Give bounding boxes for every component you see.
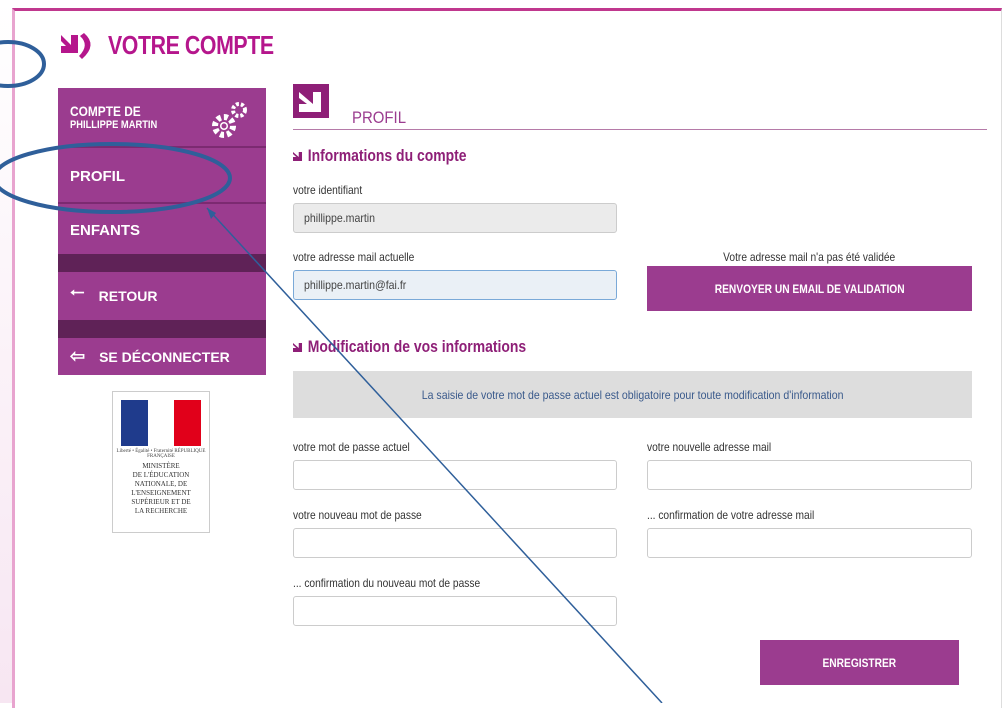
sidebar: COMPTE DE PHILLIPPE MARTIN PROFIL ENFANT… xyxy=(58,88,266,375)
sidebar-item-enfants[interactable]: ENFANTS xyxy=(58,206,266,254)
section-title: Modification de vos informations xyxy=(307,337,527,356)
sidebar-divider xyxy=(58,254,266,272)
flag-red xyxy=(174,400,202,446)
app-title: VOTRE COMPTE xyxy=(108,30,274,60)
ministry-line: NATIONALE, DE xyxy=(134,480,188,488)
ministry-line: DE L'ÉDUCATION xyxy=(132,471,190,479)
ministry-line: MINISTÈRE xyxy=(142,462,180,470)
ministry-line: LA RECHERCHE xyxy=(134,507,188,515)
confirm-password-field[interactable] xyxy=(293,596,617,626)
new-email-label: votre nouvelle adresse mail xyxy=(647,440,772,454)
identifier-field[interactable]: phillippe.martin xyxy=(293,203,617,233)
sidebar-item-logout[interactable]: ⇦ SE DÉCONNECTER xyxy=(58,338,266,375)
confirm-password-label: ... confirmation du nouveau mot de passe xyxy=(293,576,481,590)
ministry-logo: Liberté • Égalité • Fraternité RÉPUBLIQU… xyxy=(112,391,210,533)
password-notice: La saisie de votre mot de passe actuel e… xyxy=(293,371,972,418)
confirm-email-field[interactable] xyxy=(647,528,972,558)
sidebar-item-profil[interactable]: PROFIL xyxy=(58,150,266,204)
gears-icon xyxy=(212,102,247,138)
sidebar-account[interactable]: COMPTE DE PHILLIPPE MARTIN xyxy=(58,88,266,148)
email-label: votre adresse mail actuelle xyxy=(293,250,415,264)
identifier-value: phillippe.martin xyxy=(304,211,376,225)
email-warning: Votre adresse mail n'a pas été validée xyxy=(647,250,972,264)
sidebar-divider xyxy=(58,320,266,338)
section-modify-info: Modification de vos informations xyxy=(293,337,526,357)
section-title: Informations du compte xyxy=(307,146,467,165)
ministry-name: MINISTÈRE DE L'ÉDUCATION NATIONALE, DE L… xyxy=(113,462,209,516)
email-value: phillippe.martin@fai.fr xyxy=(304,278,407,292)
section-arrow-icon xyxy=(293,152,303,161)
email-field[interactable]: phillippe.martin@fai.fr xyxy=(293,270,617,300)
current-password-field[interactable] xyxy=(293,460,617,490)
section-account-info: Informations du compte xyxy=(293,146,467,166)
republic-text: Liberté • Égalité • Fraternité RÉPUBLIQU… xyxy=(116,449,206,459)
flag-blue xyxy=(121,400,148,446)
sidebar-item-label: SE DÉCONNECTER xyxy=(99,348,230,365)
profil-arrow-icon xyxy=(293,84,329,118)
account-name: PHILLIPPE MARTIN xyxy=(70,119,158,131)
sidebar-item-retour[interactable]: 🠀 RETOUR xyxy=(58,272,266,320)
ministry-line: SUPÉRIEUR ET DE xyxy=(131,498,191,506)
resend-validation-label: RENVOYER UN EMAIL DE VALIDATION xyxy=(714,281,905,296)
republic-flag xyxy=(121,400,202,446)
logo-arrow-icon xyxy=(61,32,91,59)
sidebar-item-label: ENFANTS xyxy=(70,221,141,239)
profil-header: PROFIL xyxy=(293,84,987,130)
logout-icon: ⇦ xyxy=(70,346,86,366)
save-label: ENREGISTRER xyxy=(822,655,897,670)
left-border-strip xyxy=(0,0,12,703)
account-label: COMPTE DE xyxy=(70,103,141,119)
new-password-field[interactable] xyxy=(293,528,617,558)
arrow-left-icon: 🠀 xyxy=(70,283,85,303)
email-warning-text: Votre adresse mail n'a pas été validée xyxy=(723,250,896,264)
new-password-label: votre nouveau mot de passe xyxy=(293,508,422,522)
new-email-field[interactable] xyxy=(647,460,972,490)
confirm-email-label: ... confirmation de votre adresse mail xyxy=(647,508,815,522)
flag-white xyxy=(147,400,175,446)
save-button[interactable]: ENREGISTRER xyxy=(760,640,959,685)
identifier-label: votre identifiant xyxy=(293,183,363,197)
notice-text: La saisie de votre mot de passe actuel e… xyxy=(421,387,844,402)
sidebar-item-label: RETOUR xyxy=(98,288,158,304)
current-password-label: votre mot de passe actuel xyxy=(293,440,410,454)
section-arrow-icon xyxy=(293,343,303,352)
ministry-line: L'ENSEIGNEMENT xyxy=(131,489,191,497)
page-title: PROFIL xyxy=(352,108,407,127)
sidebar-item-label: PROFIL xyxy=(70,167,125,185)
resend-validation-button[interactable]: RENVOYER UN EMAIL DE VALIDATION xyxy=(647,266,972,311)
app-logo: VOTRE COMPTE xyxy=(58,30,310,61)
